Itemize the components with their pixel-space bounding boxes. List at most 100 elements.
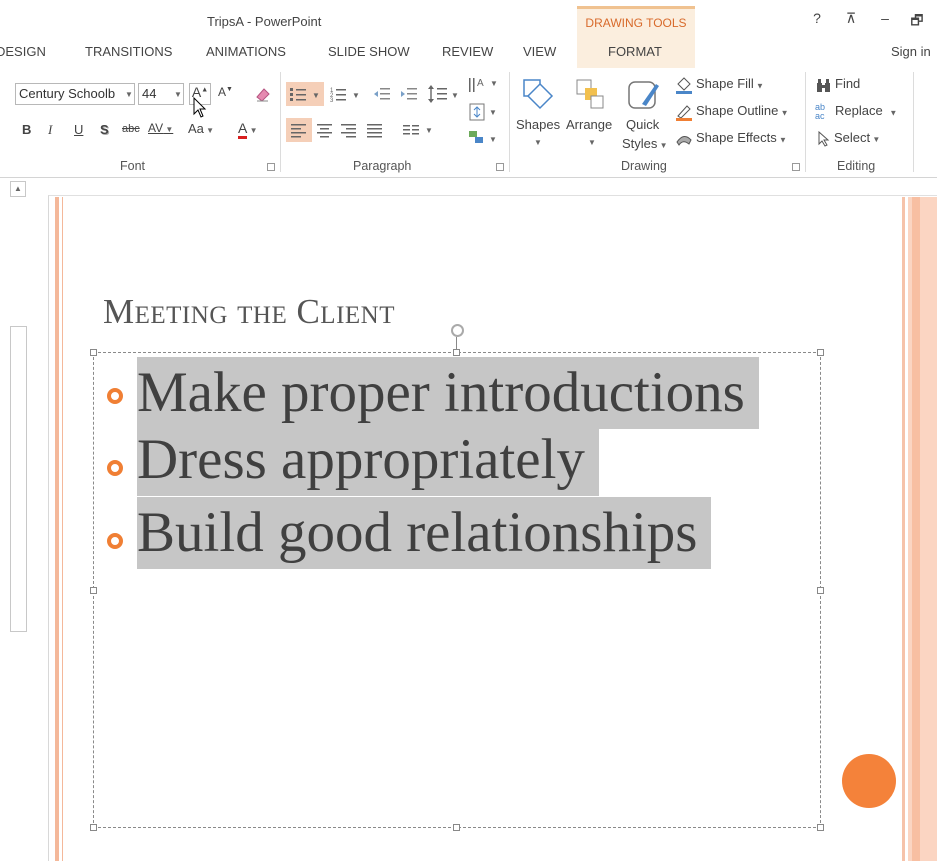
- tab-format[interactable]: FORMAT: [608, 44, 662, 59]
- text-shadow-button[interactable]: S: [100, 122, 109, 137]
- font-dialog-launcher-icon[interactable]: [267, 163, 275, 171]
- columns-button[interactable]: ▼: [400, 118, 436, 145]
- scroll-up-arrow-icon[interactable]: ▲: [10, 181, 26, 197]
- text-direction-button[interactable]: A ▼: [467, 74, 499, 99]
- group-separator: [805, 72, 806, 172]
- shape-effects-label: Shape Effects: [696, 130, 777, 146]
- align-center-button[interactable]: [314, 118, 336, 145]
- shape-fill-button[interactable]: Shape Fill ▼: [674, 76, 764, 94]
- mouse-pointer-icon: [193, 97, 207, 118]
- paint-bucket-icon: [676, 77, 692, 94]
- font-name-combo[interactable]: Century Schoolb: [15, 83, 135, 105]
- bullets-button[interactable]: ▼: [286, 82, 324, 106]
- underline-button[interactable]: U: [74, 122, 83, 137]
- bullet-marker-icon: [107, 388, 123, 404]
- align-right-button[interactable]: [338, 118, 360, 145]
- font-color-label: A: [238, 120, 248, 139]
- slide-left-stripe: [55, 197, 59, 861]
- svg-text:▼: ▼: [451, 91, 459, 100]
- align-left-button[interactable]: [286, 118, 312, 142]
- tab-animations[interactable]: ANIMATIONS: [206, 44, 286, 59]
- shape-fill-label: Shape Fill: [696, 76, 754, 92]
- slide-right-stripe: [902, 197, 905, 861]
- drawing-dialog-launcher-icon[interactable]: [792, 163, 800, 171]
- replace-label: Replace: [835, 103, 883, 119]
- resize-handle-top-right[interactable]: [817, 349, 824, 356]
- bullet-item[interactable]: Build good relationships: [137, 497, 712, 569]
- styles-text: Styles: [622, 136, 658, 151]
- tab-review[interactable]: REVIEW: [442, 44, 493, 59]
- scrollbar-thumb[interactable]: [10, 326, 27, 632]
- bullet-item[interactable]: Make proper introductions: [137, 357, 759, 429]
- ribbon-display-options-button[interactable]: ⊼: [840, 10, 862, 27]
- smartart-button[interactable]: ▼: [467, 127, 499, 152]
- resize-handle-bottom-left[interactable]: [90, 824, 97, 831]
- shape-outline-dropdown-icon: ▼: [778, 108, 789, 118]
- shape-outline-button[interactable]: Shape Outline ▼: [674, 103, 789, 121]
- justify-button[interactable]: [364, 118, 386, 145]
- case-dropdown-icon: ▼: [203, 126, 215, 135]
- line-spacing-icon: ▼: [428, 85, 459, 103]
- minimize-button[interactable]: –: [874, 10, 896, 26]
- clear-formatting-button[interactable]: [254, 85, 272, 106]
- font-name-dropdown-icon[interactable]: ▼: [125, 90, 133, 99]
- increase-indent-button[interactable]: [399, 84, 419, 107]
- numbering-button[interactable]: 1 2 3 ▼: [328, 82, 362, 109]
- shape-fill-dropdown-icon: ▼: [753, 81, 764, 91]
- replace-icon: ab ac: [815, 102, 826, 121]
- character-spacing-button[interactable]: AV ▼: [148, 121, 173, 135]
- resize-handle-top-left[interactable]: [90, 349, 97, 356]
- svg-text:▼: ▼: [489, 108, 497, 117]
- quick-styles-button[interactable]: Quick Styles ▼: [620, 74, 670, 156]
- shrink-font-button[interactable]: A▼: [218, 85, 233, 99]
- font-group-label: Font: [120, 159, 146, 173]
- align-text-button[interactable]: ▼: [467, 101, 499, 126]
- binoculars-icon: [817, 78, 830, 92]
- font-size-value: 44: [142, 86, 157, 101]
- group-separator: [913, 72, 914, 172]
- quick-label: Quick: [626, 117, 660, 132]
- tab-transitions[interactable]: TRANSITIONS: [85, 44, 172, 59]
- resize-handle-bottom-right[interactable]: [817, 824, 824, 831]
- restore-button[interactable]: 🗗: [906, 10, 928, 34]
- character-spacing-label: AV: [148, 121, 164, 135]
- group-separator: [280, 72, 281, 172]
- arrange-icon: [576, 79, 604, 109]
- svg-text:3: 3: [330, 98, 334, 104]
- tab-slide-show[interactable]: SLIDE SHOW: [328, 44, 410, 59]
- sign-in-link[interactable]: Sign in: [891, 44, 931, 59]
- font-color-button[interactable]: A ▼: [238, 120, 257, 139]
- bullet-item[interactable]: Dress appropriately: [137, 424, 599, 496]
- bold-button[interactable]: B: [22, 122, 31, 137]
- resize-handle-left[interactable]: [90, 587, 97, 594]
- tab-design[interactable]: DESIGN: [0, 44, 46, 59]
- find-button[interactable]: Find: [815, 76, 860, 93]
- replace-dropdown-icon: ▼: [882, 108, 898, 118]
- slide-right-band-inner: [912, 197, 920, 861]
- select-button[interactable]: Select ▼: [817, 130, 880, 147]
- align-right-icon: [341, 124, 356, 138]
- line-spacing-button[interactable]: ▼: [427, 82, 461, 109]
- columns-icon: ▼: [403, 125, 433, 135]
- resize-handle-right[interactable]: [817, 587, 824, 594]
- tab-view[interactable]: VIEW: [523, 44, 556, 59]
- strikethrough-button[interactable]: abc: [122, 123, 140, 135]
- resize-handle-top[interactable]: [453, 349, 460, 356]
- paragraph-dialog-launcher-icon[interactable]: [496, 163, 504, 171]
- help-button[interactable]: ?: [806, 10, 828, 26]
- arrange-button[interactable]: Arrange ▼: [565, 74, 619, 154]
- shape-effects-button[interactable]: Shape Effects ▼: [674, 130, 787, 148]
- shapes-button[interactable]: Shapes ▼: [514, 74, 562, 154]
- rotate-handle-icon[interactable]: [451, 324, 464, 337]
- find-label: Find: [835, 76, 861, 91]
- decrease-indent-button[interactable]: [372, 84, 392, 107]
- replace-button[interactable]: ab ac Replace ▼: [815, 103, 897, 121]
- change-case-button[interactable]: Aa ▼: [188, 121, 214, 136]
- italic-button[interactable]: I: [48, 122, 52, 138]
- shape-outline-label: Shape Outline: [696, 103, 779, 119]
- svg-text:▼: ▼: [312, 91, 320, 100]
- slide-title[interactable]: Meeting the Client: [103, 292, 395, 332]
- resize-handle-bottom[interactable]: [453, 824, 460, 831]
- increase-indent-icon: [401, 88, 417, 100]
- font-size-dropdown-icon[interactable]: ▼: [174, 90, 182, 99]
